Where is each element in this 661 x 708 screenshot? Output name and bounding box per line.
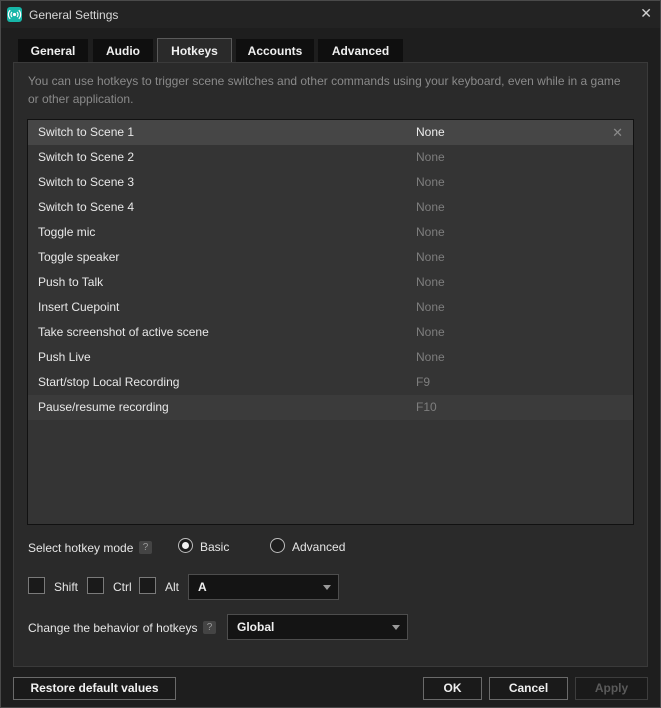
hotkey-name: Switch to Scene 4 <box>38 200 135 214</box>
behavior-label: Change the behavior of hotkeys <box>28 621 198 635</box>
hotkey-row[interactable]: Switch to Scene 2 None <box>28 145 633 170</box>
hotkey-value: None <box>416 250 445 264</box>
tab-general[interactable]: General <box>18 39 88 63</box>
ctrl-label: Ctrl <box>113 580 132 594</box>
tab-accounts[interactable]: Accounts <box>236 39 314 63</box>
help-icon[interactable]: ? <box>203 621 216 634</box>
hotkey-value: F9 <box>416 375 431 389</box>
chevron-down-icon <box>323 585 331 590</box>
hotkey-name: Switch to Scene 1 <box>38 125 135 139</box>
close-icon[interactable]: ✕ <box>640 5 652 22</box>
key-select-value: A <box>198 580 207 594</box>
key-select[interactable]: A <box>188 574 339 600</box>
hotkey-row[interactable]: Switch to Scene 1 None ✕ <box>28 120 633 145</box>
radio-basic[interactable] <box>178 538 193 553</box>
ok-button[interactable]: OK <box>423 677 482 700</box>
alt-checkbox[interactable] <box>139 577 156 594</box>
chevron-down-icon <box>392 625 400 630</box>
hotkey-name: Push to Talk <box>38 275 104 289</box>
hotkey-row[interactable]: Switch to Scene 4 None <box>28 195 633 220</box>
hotkey-row[interactable]: Switch to Scene 3 None <box>28 170 633 195</box>
hotkey-name: Toggle speaker <box>38 250 120 264</box>
restore-defaults-button[interactable]: Restore default values <box>13 677 176 700</box>
window-title: General Settings <box>29 8 119 22</box>
hotkey-row[interactable]: Start/stop Local Recording F9 <box>28 370 633 395</box>
cancel-button[interactable]: Cancel <box>489 677 568 700</box>
hotkey-value: None <box>416 175 445 189</box>
behavior-select[interactable]: Global <box>227 614 408 640</box>
tab-advanced[interactable]: Advanced <box>318 39 403 63</box>
hotkey-value: None <box>416 225 445 239</box>
hotkey-value: None <box>416 300 445 314</box>
hotkey-name: Push Live <box>38 350 91 364</box>
hotkey-row[interactable]: Pause/resume recording F10 <box>28 395 633 420</box>
hotkey-row[interactable]: Take screenshot of active scene None <box>28 320 633 345</box>
hotkey-name: Toggle mic <box>38 225 96 239</box>
hotkey-list[interactable]: Switch to Scene 1 None ✕ Switch to Scene… <box>27 119 634 525</box>
hotkey-value: None <box>416 275 445 289</box>
hotkey-name: Insert Cuepoint <box>38 300 120 314</box>
hotkey-row[interactable]: Toggle mic None <box>28 220 633 245</box>
hotkey-name: Switch to Scene 3 <box>38 175 135 189</box>
apply-button[interactable]: Apply <box>575 677 648 700</box>
hotkey-row[interactable]: Insert Cuepoint None <box>28 295 633 320</box>
alt-label: Alt <box>165 580 180 594</box>
shift-checkbox[interactable] <box>28 577 45 594</box>
hotkey-row[interactable]: Push to Talk None <box>28 270 633 295</box>
clear-hotkey-icon[interactable]: ✕ <box>612 120 623 145</box>
radio-advanced-label: Advanced <box>292 540 346 554</box>
radio-selected-dot <box>182 542 189 549</box>
help-icon[interactable]: ? <box>139 541 152 554</box>
hotkey-value: F10 <box>416 400 437 414</box>
hotkey-value: None <box>416 350 445 364</box>
hotkey-value: None <box>416 125 445 139</box>
broadcast-app-icon <box>7 7 22 22</box>
hotkey-value: None <box>416 150 445 164</box>
hotkey-row[interactable]: Push Live None <box>28 345 633 370</box>
tab-hotkeys[interactable]: Hotkeys <box>157 38 232 64</box>
ctrl-checkbox[interactable] <box>87 577 104 594</box>
hotkey-name: Take screenshot of active scene <box>38 325 209 339</box>
hotkey-mode-label: Select hotkey mode <box>28 541 134 555</box>
radio-advanced[interactable] <box>270 538 285 553</box>
hotkey-name: Start/stop Local Recording <box>38 375 180 389</box>
radio-basic-label: Basic <box>200 540 230 554</box>
hotkey-name: Switch to Scene 2 <box>38 150 135 164</box>
hotkey-value: None <box>416 325 445 339</box>
hotkey-row[interactable]: Toggle speaker None <box>28 245 633 270</box>
hotkey-value: None <box>416 200 445 214</box>
tab-audio[interactable]: Audio <box>93 39 153 63</box>
title-bar[interactable]: General Settings ✕ <box>1 1 660 28</box>
behavior-select-value: Global <box>237 620 275 634</box>
shift-label: Shift <box>54 580 79 594</box>
hotkey-name: Pause/resume recording <box>38 400 169 414</box>
hotkeys-description: You can use hotkeys to trigger scene swi… <box>28 74 621 106</box>
